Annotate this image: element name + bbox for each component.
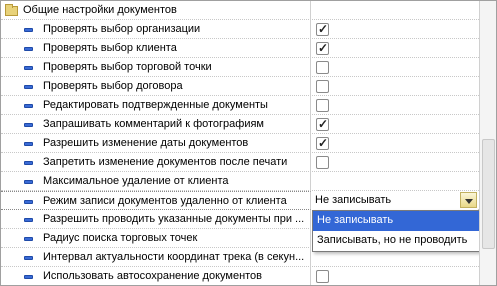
setting-checkbox[interactable] <box>316 99 329 112</box>
setting-name-cell: Использовать автосохранение документов <box>1 267 311 285</box>
setting-row[interactable]: Редактировать подтвержденные документы <box>1 96 479 115</box>
dropdown-option-no-write[interactable]: Не записывать <box>313 211 491 231</box>
checkmark-icon: ✓ <box>318 22 329 36</box>
property-bullet-icon <box>24 85 33 89</box>
setting-label: Режим записи документов удаленно от клие… <box>43 195 287 207</box>
setting-value-cell <box>311 153 479 172</box>
setting-value-cell: ✓ <box>311 39 479 58</box>
property-bullet-icon <box>24 104 33 108</box>
setting-name-cell: Запрашивать комментарий к фотографиям <box>1 115 311 134</box>
setting-row[interactable]: Запрашивать комментарий к фотографиям ✓ <box>1 115 479 134</box>
write-mode-select[interactable]: Не записывать <box>312 191 478 210</box>
checkmark-icon: ✓ <box>318 41 329 55</box>
scrollbar-thumb[interactable] <box>482 139 495 249</box>
setting-name-cell: Радиус поиска торговых точек <box>1 229 311 248</box>
setting-label: Проверять выбор торговой точки <box>43 61 212 73</box>
setting-value-cell <box>311 58 479 77</box>
setting-label: Максимальное удаление от клиента <box>43 175 229 187</box>
property-bullet-icon <box>24 28 33 32</box>
setting-row[interactable]: Разрешить изменение даты документов ✓ <box>1 134 479 153</box>
setting-name-cell: Разрешить проводить указанные документы … <box>1 210 311 229</box>
folder-icon <box>5 4 18 16</box>
setting-value-cell: ✓ <box>311 115 479 134</box>
setting-checkbox[interactable]: ✓ <box>316 136 329 150</box>
setting-row[interactable]: Запретить изменение документов после печ… <box>1 153 479 172</box>
write-mode-dropdown-list[interactable]: Не записывать Записывать, но не проводит… <box>312 210 492 252</box>
setting-checkbox[interactable] <box>316 156 329 169</box>
setting-value-cell <box>311 96 479 115</box>
setting-checkbox[interactable] <box>316 270 329 283</box>
group-value-cell <box>311 1 479 20</box>
setting-name-cell: Редактировать подтвержденные документы <box>1 96 311 115</box>
checkmark-icon: ✓ <box>318 136 329 150</box>
property-bullet-icon <box>24 200 33 204</box>
setting-name-cell: Проверять выбор торговой точки <box>1 58 311 77</box>
setting-row[interactable]: Проверять выбор организации ✓ <box>1 20 479 39</box>
setting-name-cell: Проверять выбор клиента <box>1 39 311 58</box>
group-row-general-document-settings[interactable]: Общие настройки документов <box>1 1 479 20</box>
property-bullet-icon <box>24 123 33 127</box>
setting-label: Запретить изменение документов после печ… <box>43 156 288 168</box>
setting-name-cell: Проверять выбор договора <box>1 77 311 96</box>
group-label: Общие настройки документов <box>23 4 177 16</box>
setting-value-cell: ✓ <box>311 20 479 39</box>
setting-checkbox[interactable] <box>316 80 329 93</box>
settings-window: Общие настройки документов Проверять выб… <box>0 0 497 286</box>
property-bullet-icon <box>24 66 33 70</box>
setting-value-cell <box>311 172 479 191</box>
setting-checkbox[interactable] <box>316 61 329 74</box>
setting-value-cell <box>311 77 479 96</box>
property-bullet-icon <box>24 237 33 241</box>
setting-name-cell: Максимальное удаление от клиента <box>1 172 311 191</box>
setting-label: Проверять выбор клиента <box>43 42 177 54</box>
setting-row[interactable]: Использовать автосохранение документов <box>1 267 479 285</box>
dropdown-option-write-no-post[interactable]: Записывать, но не проводить <box>313 231 491 251</box>
setting-name-cell: Запретить изменение документов после печ… <box>1 153 311 172</box>
setting-checkbox[interactable]: ✓ <box>316 117 329 131</box>
property-bullet-icon <box>24 275 33 279</box>
property-bullet-icon <box>24 47 33 51</box>
setting-label: Использовать автосохранение документов <box>43 270 263 282</box>
setting-label: Запрашивать комментарий к фотографиям <box>43 118 264 130</box>
setting-label: Разрешить проводить указанные документы … <box>43 213 305 225</box>
property-bullet-icon <box>24 161 33 165</box>
setting-value-cell <box>311 267 479 285</box>
setting-name-cell: Интервал актуальности координат трека (в… <box>1 248 311 267</box>
setting-value-cell: ✓ <box>311 134 479 153</box>
setting-label: Проверять выбор организации <box>43 23 201 35</box>
setting-row[interactable]: Максимальное удаление от клиента <box>1 172 479 191</box>
setting-label: Интервал актуальности координат трека (в… <box>43 251 305 263</box>
setting-label: Разрешить изменение даты документов <box>43 137 249 149</box>
property-bullet-icon <box>24 218 33 222</box>
setting-checkbox[interactable]: ✓ <box>316 41 329 55</box>
setting-checkbox[interactable]: ✓ <box>316 22 329 36</box>
setting-value-cell: Не записывать <box>311 191 479 210</box>
setting-label: Редактировать подтвержденные документы <box>43 99 268 111</box>
setting-row[interactable]: Проверять выбор клиента ✓ <box>1 39 479 58</box>
setting-name-cell: Разрешить изменение даты документов <box>1 134 311 153</box>
group-name-cell: Общие настройки документов <box>1 1 311 20</box>
setting-row[interactable]: Проверять выбор торговой точки <box>1 58 479 77</box>
setting-row[interactable]: Режим записи документов удаленно от клие… <box>1 191 479 210</box>
setting-name-cell: Режим записи документов удаленно от клие… <box>1 191 311 210</box>
setting-label: Проверять выбор договора <box>43 80 183 92</box>
setting-label: Радиус поиска торговых точек <box>43 232 198 244</box>
property-bullet-icon <box>24 180 33 184</box>
vertical-scrollbar[interactable] <box>479 1 496 285</box>
property-bullet-icon <box>24 142 33 146</box>
checkmark-icon: ✓ <box>318 117 329 131</box>
setting-row[interactable]: Проверять выбор договора <box>1 77 479 96</box>
setting-name-cell: Проверять выбор организации <box>1 20 311 39</box>
write-mode-select-value: Не записывать <box>315 194 392 206</box>
dropdown-arrow-button[interactable] <box>460 192 477 208</box>
property-bullet-icon <box>24 256 33 260</box>
